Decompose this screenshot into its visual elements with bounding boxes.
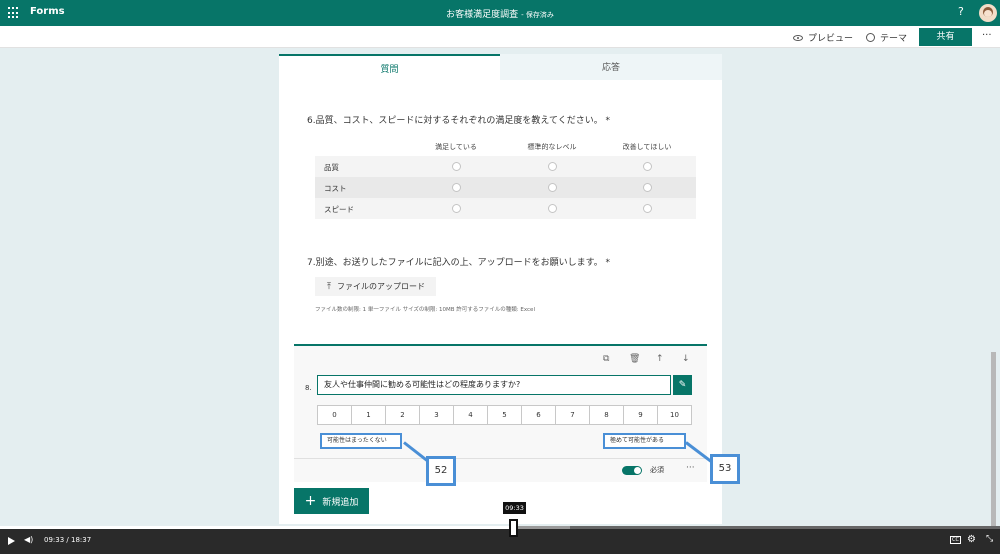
save-status: - 保存済み xyxy=(521,11,554,19)
upload-icon: ⤒ xyxy=(327,281,331,292)
tab-responses[interactable]: 応答 xyxy=(500,54,722,80)
page-scrollbar[interactable] xyxy=(991,352,996,530)
required-label: 必須 xyxy=(650,466,664,474)
upload-restrictions: ファイル数の制限: 1 単一ファイル サイズの制限: 10MB 許可するファイル… xyxy=(315,307,535,313)
copy-icon[interactable]: ⧉ xyxy=(603,354,609,364)
theme-button[interactable]: テーマ xyxy=(866,31,907,44)
progress-played xyxy=(0,526,513,529)
captions-icon[interactable]: CC xyxy=(950,536,961,544)
radio-button[interactable] xyxy=(452,162,461,171)
preview-button[interactable]: プレビュー xyxy=(793,31,853,44)
annotation-badge: 53 xyxy=(710,454,740,484)
upload-label: ファイルのアップロード xyxy=(336,282,425,291)
move-down-icon[interactable]: ↓ xyxy=(682,354,690,364)
settings-icon[interactable]: ⚙ xyxy=(967,534,976,545)
likert-row: 品質 xyxy=(315,156,696,177)
likert-row: コスト xyxy=(315,177,696,198)
exit-fullscreen-icon[interactable]: ⤡ xyxy=(986,534,993,544)
more-options-icon[interactable]: ··· xyxy=(982,30,992,41)
scale-option[interactable]: 1 xyxy=(352,406,386,424)
eye-icon xyxy=(793,34,803,41)
radio-button[interactable] xyxy=(548,162,557,171)
add-new-button[interactable]: + 新規追加 xyxy=(294,488,369,514)
radio-button[interactable] xyxy=(643,204,652,213)
scale-option[interactable]: 10 xyxy=(658,406,691,424)
seek-thumb[interactable] xyxy=(509,519,518,537)
palette-icon xyxy=(866,33,875,42)
scale-option[interactable]: 2 xyxy=(386,406,420,424)
radio-button[interactable] xyxy=(452,183,461,192)
time-separator: / xyxy=(66,536,69,544)
tab-questions[interactable]: 質問 xyxy=(279,54,500,80)
delete-icon[interactable]: 🗑 xyxy=(629,354,640,364)
scale-option[interactable]: 5 xyxy=(488,406,522,424)
question-7-title[interactable]: 7.別途、お送りしたファイルに記入の上、アップロードをお願いします。 * xyxy=(307,255,610,268)
upload-file-button[interactable]: ⤒ ファイルのアップロード xyxy=(315,277,436,296)
scale-option[interactable]: 8 xyxy=(590,406,624,424)
scale-option[interactable]: 4 xyxy=(454,406,488,424)
likert-column-header: 満足している xyxy=(435,143,477,151)
video-player-bar: ◀) 09:33 / 18:37 CC ⚙ ⤡ xyxy=(0,526,1000,554)
command-bar: プレビュー テーマ xyxy=(0,26,1000,48)
high-label-input[interactable]: 極めて可能性がある xyxy=(603,433,686,449)
question-8-card[interactable]: ⧉ 🗑 ↑ ↓ 8. 友人や仕事仲間に勧める可能性はどの程度ありますか? ✎ 0… xyxy=(294,344,707,482)
question-text-input[interactable]: 友人や仕事仲間に勧める可能性はどの程度ありますか? xyxy=(317,375,671,395)
question-number: 8. xyxy=(305,384,312,392)
share-button[interactable]: 共有 xyxy=(919,28,972,46)
plus-icon: + xyxy=(304,493,317,509)
rating-scale: 0 1 2 3 4 5 6 7 8 9 10 xyxy=(317,405,692,425)
likert-row-label: コスト xyxy=(324,184,347,193)
likert-row: スピード xyxy=(315,198,696,219)
radio-button[interactable] xyxy=(548,204,557,213)
avatar[interactable] xyxy=(979,4,997,22)
likert-column-header: 標準的なレベル xyxy=(527,143,577,151)
tab-bar: 質問 応答 xyxy=(279,54,722,80)
scale-option[interactable]: 3 xyxy=(420,406,454,424)
required-toggle[interactable] xyxy=(622,466,642,475)
help-icon[interactable]: ? xyxy=(958,5,964,18)
likert-row-label: 品質 xyxy=(324,163,339,172)
move-up-icon[interactable]: ↑ xyxy=(656,354,664,364)
question-6-title[interactable]: 6.品質、コスト、スピードに対するそれぞれの満足度を教えてください。 * xyxy=(307,113,610,126)
volume-icon[interactable]: ◀) xyxy=(24,535,33,544)
radio-button[interactable] xyxy=(452,204,461,213)
play-icon[interactable] xyxy=(8,537,15,545)
preview-label: プレビュー xyxy=(808,34,854,44)
radio-button[interactable] xyxy=(548,183,557,192)
scale-option[interactable]: 7 xyxy=(556,406,590,424)
insert-media-icon[interactable]: ✎ xyxy=(673,375,692,395)
radio-button[interactable] xyxy=(643,162,652,171)
theme-label: テーマ xyxy=(880,34,908,44)
add-new-label: 新規追加 xyxy=(322,497,359,508)
low-label-input[interactable]: 可能性はまったくない xyxy=(320,433,402,449)
document-title-text[interactable]: お客様満足度調査 xyxy=(446,10,518,20)
time-display: 09:33 / 18:37 xyxy=(44,536,91,544)
radio-button[interactable] xyxy=(643,183,652,192)
annotation-badge: 52 xyxy=(426,456,456,486)
divider xyxy=(294,458,707,459)
seek-tooltip: 09:33 xyxy=(503,502,526,514)
scale-option[interactable]: 9 xyxy=(624,406,658,424)
top-bar: Forms お客様満足度調査 - 保存済み ? xyxy=(0,0,1000,26)
likert-column-header: 改善してほしい xyxy=(622,143,672,151)
total-time: 18:37 xyxy=(71,536,92,544)
scale-option[interactable]: 6 xyxy=(522,406,556,424)
current-time: 09:33 xyxy=(44,536,65,544)
scale-option[interactable]: 0 xyxy=(318,406,352,424)
likert-row-label: スピード xyxy=(324,205,354,214)
question-more-icon[interactable]: ··· xyxy=(686,463,695,473)
document-title: お客様満足度調査 - 保存済み xyxy=(0,7,1000,20)
